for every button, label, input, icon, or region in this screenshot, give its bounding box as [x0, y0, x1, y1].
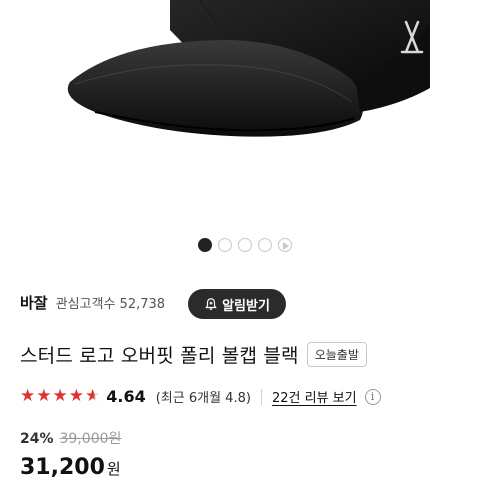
info-icon[interactable]: i	[364, 388, 381, 405]
star-icon: ★	[52, 386, 68, 406]
product-title-row: 스터드 로고 오버핏 폴리 볼캡 블랙 오늘출발	[20, 341, 367, 368]
bell-plus-icon	[205, 298, 217, 310]
star-half-icon: ★	[85, 386, 101, 406]
video-play-icon[interactable]	[278, 238, 292, 252]
gallery-dot-2[interactable]	[218, 238, 232, 252]
currency-unit: 원	[106, 460, 121, 478]
rating-row: ★ ★ ★ ★ ★ 4.64 (최근 6개월 4.8) 22건 리뷰 보기 i	[20, 387, 470, 406]
alarm-button[interactable]: 알림받기	[188, 289, 286, 319]
gallery-pagination	[0, 238, 490, 252]
star-icon: ★	[36, 386, 52, 406]
sale-price-row: 31,200 원	[20, 455, 121, 480]
alarm-button-label: 알림받기	[222, 298, 270, 314]
original-price: 39,000원	[59, 431, 122, 447]
discount-rate: 24%	[20, 431, 54, 447]
product-title: 스터드 로고 오버핏 폴리 볼캡 블랙	[20, 345, 299, 367]
star-icon: ★	[20, 386, 36, 406]
star-rating: ★ ★ ★ ★ ★	[20, 388, 100, 405]
same-day-shipping-badge: 오늘출발	[306, 342, 367, 367]
gallery-dot-1[interactable]	[198, 238, 212, 252]
cap-illustration	[67, 0, 430, 137]
product-image[interactable]	[0, 0, 490, 232]
gallery-dot-3[interactable]	[238, 238, 252, 252]
rating-score: 4.64	[106, 387, 146, 406]
recent-rating: (최근 6개월 4.8)	[155, 391, 251, 406]
store-info: 바잘 관심고객수 52,738	[20, 292, 165, 313]
discount-row: 24% 39,000원	[20, 428, 121, 448]
sale-price: 31,200	[20, 455, 105, 480]
divider	[260, 388, 262, 405]
review-link[interactable]: 22건 리뷰 보기	[272, 387, 357, 406]
star-icon: ★	[68, 386, 84, 406]
follower-count: 관심고객수 52,738	[55, 297, 166, 312]
gallery-dot-4[interactable]	[258, 238, 272, 252]
store-name[interactable]: 바잘	[20, 292, 48, 313]
